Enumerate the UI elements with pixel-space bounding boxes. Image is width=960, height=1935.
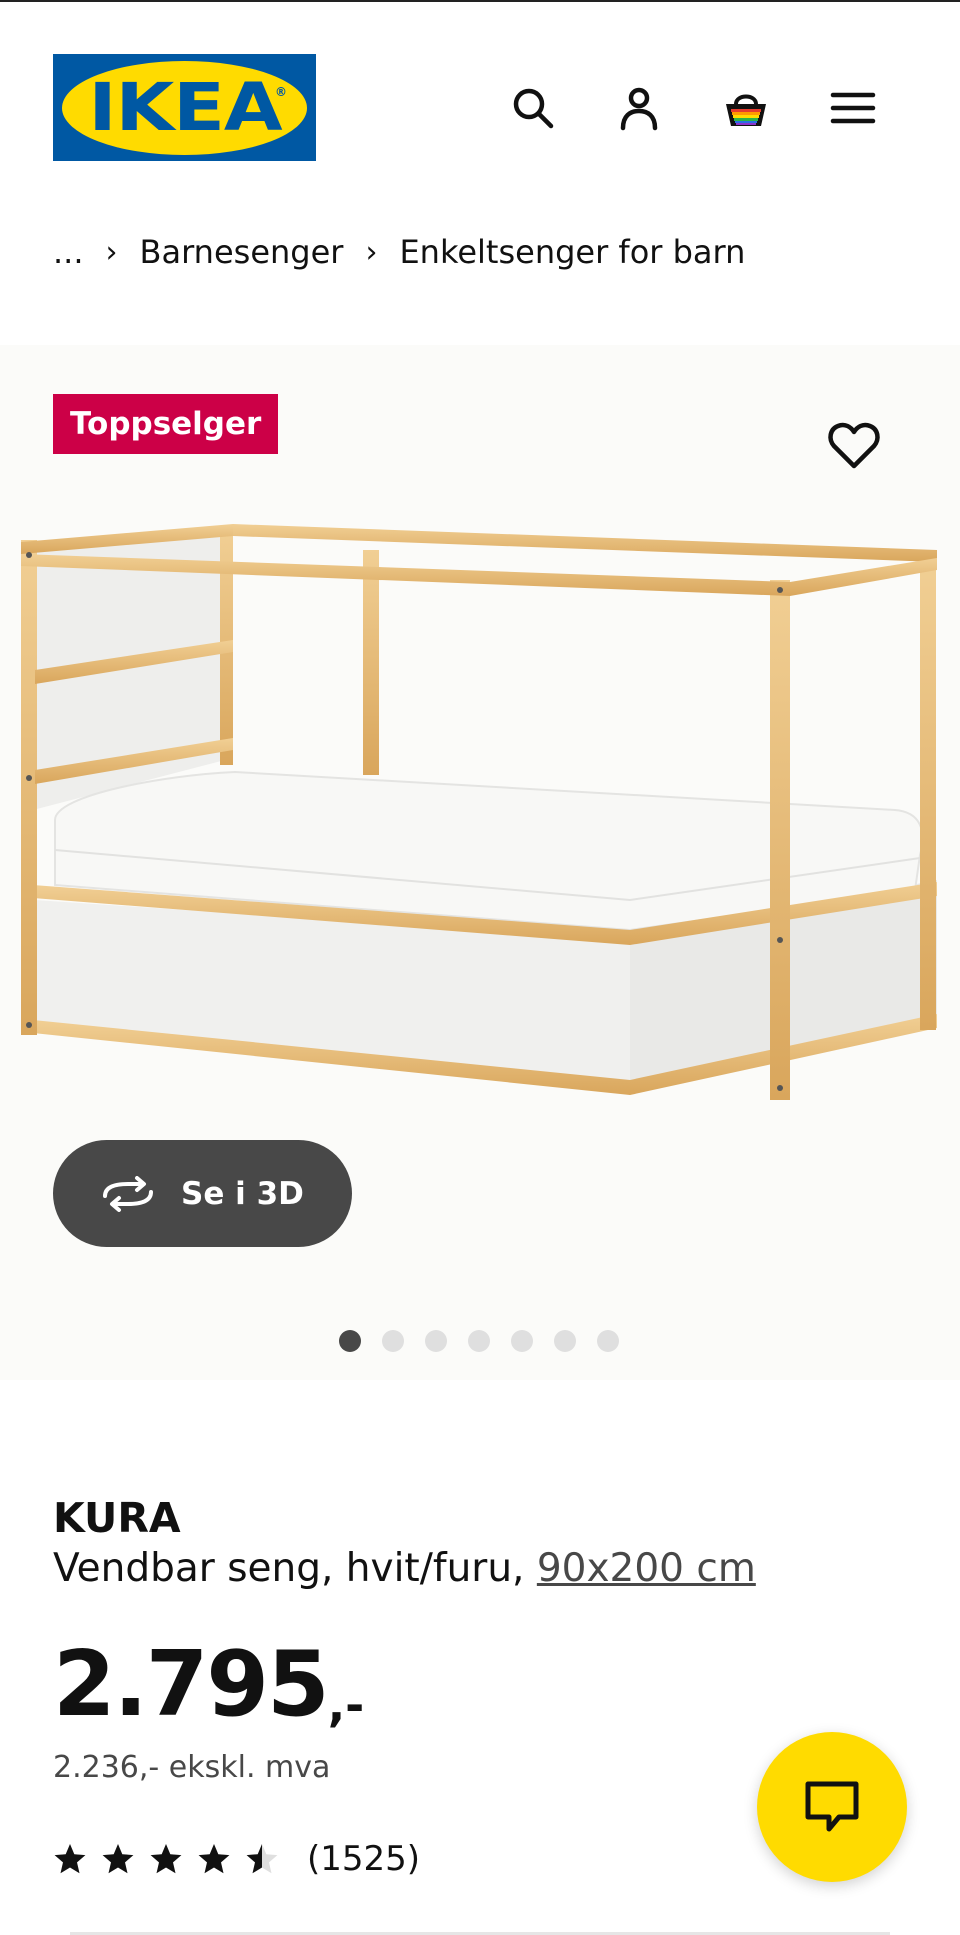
star-full-icon bbox=[102, 1844, 134, 1874]
menu-icon[interactable] bbox=[825, 80, 881, 136]
product-price: 2.795 ,- bbox=[53, 1632, 365, 1737]
star-half-icon bbox=[246, 1844, 278, 1874]
view-in-3d-label: Se i 3D bbox=[181, 1175, 304, 1212]
search-icon[interactable] bbox=[505, 80, 561, 136]
chat-button[interactable] bbox=[757, 1732, 907, 1882]
product-size-link[interactable]: 90x200 cm bbox=[537, 1546, 756, 1591]
logo-registered-mark: ® bbox=[275, 84, 287, 99]
product-name: KURA bbox=[53, 1494, 181, 1542]
logo-text: IKEA bbox=[87, 69, 282, 146]
shopping-bag-icon[interactable] bbox=[718, 80, 774, 136]
star-full-icon bbox=[150, 1844, 182, 1874]
carousel-dot-3[interactable] bbox=[425, 1330, 447, 1352]
account-icon[interactable] bbox=[611, 80, 667, 136]
price-suffix: ,- bbox=[327, 1678, 365, 1732]
breadcrumb-item-enkeltsenger[interactable]: Enkeltsenger for barn bbox=[399, 233, 745, 271]
star-full-icon bbox=[54, 1844, 86, 1874]
review-count: (1525) bbox=[307, 1839, 421, 1879]
carousel-dot-6[interactable] bbox=[554, 1330, 576, 1352]
top-seller-badge: Toppselger bbox=[53, 394, 279, 454]
breadcrumb-ellipsis[interactable]: ... bbox=[53, 233, 84, 271]
view-in-3d-button[interactable]: Se i 3D bbox=[53, 1140, 352, 1247]
product-rating[interactable]: (1525) bbox=[53, 1836, 420, 1882]
breadcrumb: ... › Barnesenger › Enkeltsenger for bar… bbox=[53, 228, 745, 276]
price-amount: 2.795 bbox=[53, 1632, 330, 1737]
chevron-right-icon: › bbox=[105, 234, 118, 270]
carousel-dot-1[interactable] bbox=[339, 1330, 361, 1352]
chat-icon bbox=[805, 1781, 859, 1832]
rotate-3d-icon bbox=[103, 1175, 153, 1212]
favorite-heart-icon[interactable] bbox=[826, 418, 882, 474]
product-image-bed[interactable] bbox=[15, 520, 945, 1120]
image-carousel-dots bbox=[339, 1330, 619, 1352]
carousel-dot-4[interactable] bbox=[468, 1330, 490, 1352]
product-description: Vendbar seng, hvit/furu, 90x200 cm bbox=[53, 1546, 756, 1591]
product-description-text: Vendbar seng, hvit/furu, bbox=[53, 1546, 537, 1591]
chevron-right-icon: › bbox=[365, 234, 378, 270]
carousel-dot-7[interactable] bbox=[597, 1330, 619, 1352]
breadcrumb-item-barnesenger[interactable]: Barnesenger bbox=[140, 233, 344, 271]
site-header: IKEA ® bbox=[0, 0, 960, 200]
price-ex-vat: 2.236,- ekskl. mva bbox=[53, 1750, 331, 1785]
star-full-icon bbox=[198, 1844, 230, 1874]
carousel-dot-5[interactable] bbox=[511, 1330, 533, 1352]
rating-stars bbox=[53, 1842, 279, 1876]
logo-oval: IKEA ® bbox=[62, 60, 307, 155]
ikea-logo[interactable]: IKEA ® bbox=[53, 54, 316, 161]
carousel-dot-2[interactable] bbox=[382, 1330, 404, 1352]
